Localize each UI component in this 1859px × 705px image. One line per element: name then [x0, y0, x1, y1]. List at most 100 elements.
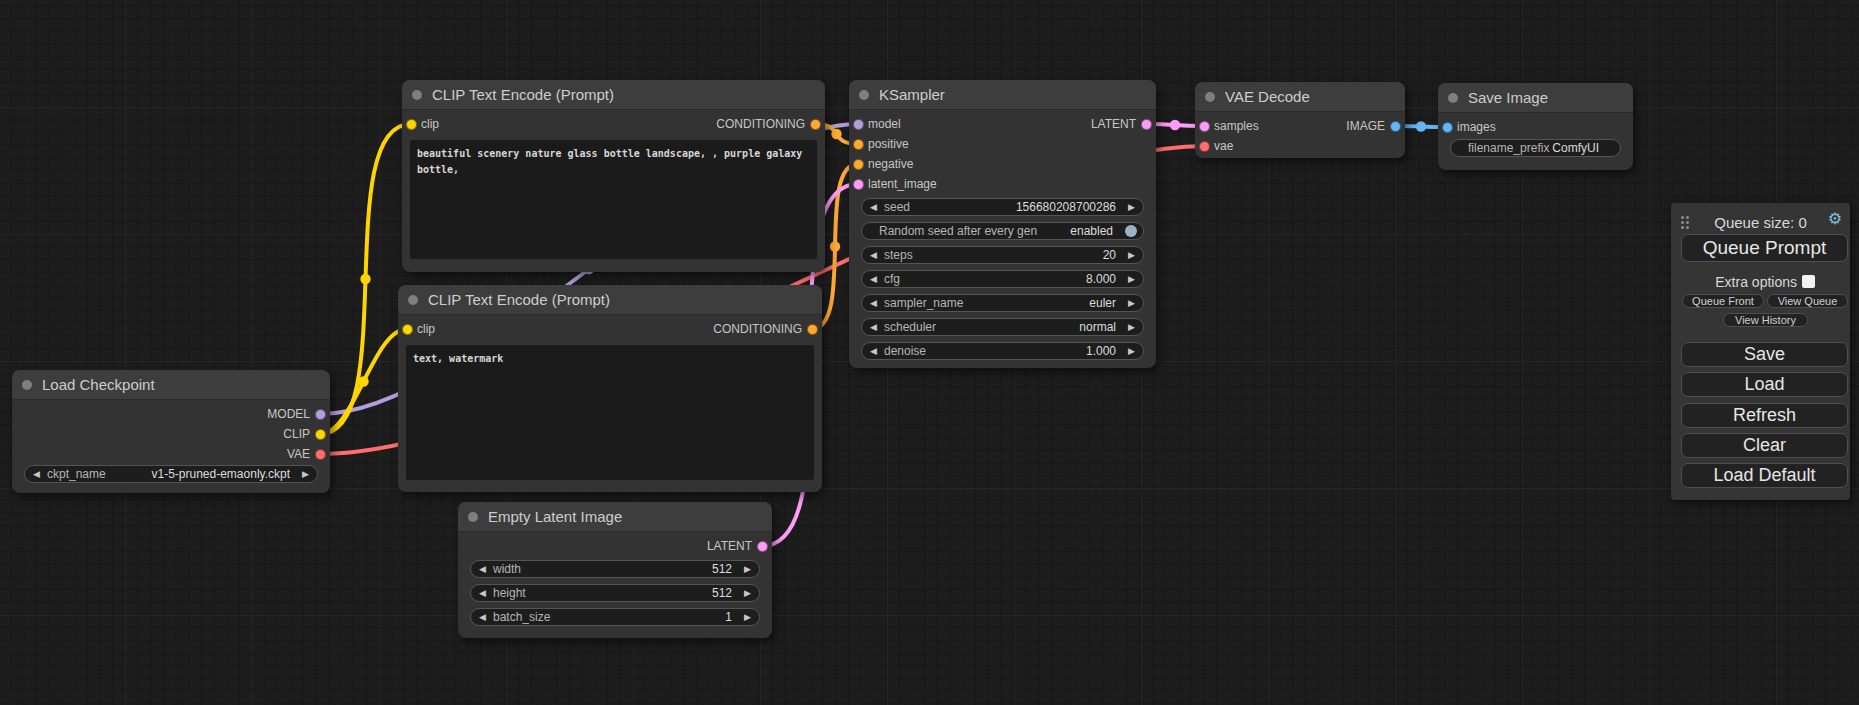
load-checkpoint-node[interactable]: Load CheckpointMODELCLIPVAE◀▶ckpt_namev1… [12, 370, 330, 493]
refresh-button[interactable]: Refresh [1681, 403, 1848, 428]
queue-prompt-button[interactable]: Queue Prompt [1681, 234, 1848, 262]
input-port-label: clip [417, 322, 435, 336]
input-port-images[interactable] [1442, 122, 1453, 133]
queue-size-label: Queue size: 0 [1671, 214, 1850, 231]
extra-options-label: Extra options [1671, 274, 1797, 290]
output-port-label: LATENT [707, 539, 752, 553]
output-port-CONDITIONING[interactable] [807, 324, 818, 335]
decrement-arrow-icon[interactable]: ◀ [870, 322, 877, 331]
widget-value: normal [1079, 320, 1116, 334]
node-title-bar[interactable]: CLIP Text Encode (Prompt) [398, 285, 822, 315]
increment-arrow-icon[interactable]: ▶ [1128, 274, 1135, 283]
increment-arrow-icon[interactable]: ▶ [1128, 298, 1135, 307]
collapse-dot-icon[interactable] [408, 295, 418, 305]
collapse-dot-icon[interactable] [1448, 93, 1458, 103]
ksampler-node[interactable]: KSamplermodelpositivenegativelatent_imag… [849, 80, 1156, 368]
output-port-LATENT[interactable] [1141, 119, 1152, 130]
output-port-CONDITIONING[interactable] [810, 119, 821, 130]
clip-text-encode-positive-node[interactable]: CLIP Text Encode (Prompt)clipCONDITIONIN… [402, 80, 825, 272]
decrement-arrow-icon[interactable]: ◀ [870, 274, 877, 283]
view-queue-button[interactable]: View Queue [1767, 294, 1848, 308]
save-button[interactable]: Save [1681, 342, 1848, 367]
widget-random-seed-after-every-gen[interactable]: Random seed after every genenabled [861, 222, 1144, 240]
comfyui-canvas[interactable]: { "colors": { "model": "#B39DDB", "clip"… [0, 0, 1859, 705]
collapse-dot-icon[interactable] [468, 512, 478, 522]
clear-button[interactable]: Clear [1681, 433, 1848, 458]
clip-text-encode-negative-node[interactable]: CLIP Text Encode (Prompt)clipCONDITIONIN… [398, 285, 822, 492]
widget-cfg[interactable]: ◀▶cfg8.000 [861, 270, 1144, 288]
widget-width[interactable]: ◀▶width512 [470, 560, 760, 578]
widget-label: height [493, 586, 526, 600]
node-title-bar[interactable]: KSampler [849, 80, 1156, 110]
output-port-MODEL[interactable] [315, 409, 326, 420]
node-title-bar[interactable]: Save Image [1438, 83, 1633, 113]
decrement-arrow-icon[interactable]: ◀ [479, 589, 486, 598]
settings-gear-icon[interactable]: ⚙ [1828, 209, 1842, 228]
collapse-dot-icon[interactable] [22, 380, 32, 390]
input-port-label: clip [421, 117, 439, 131]
widget-height[interactable]: ◀▶height512 [470, 584, 760, 602]
widget-seed[interactable]: ◀▶seed156680208700286 [861, 198, 1144, 216]
node-title: KSampler [879, 86, 945, 103]
output-port-CLIP[interactable] [315, 429, 326, 440]
increment-arrow-icon[interactable]: ▶ [744, 589, 751, 598]
widget-sampler_name[interactable]: ◀▶sampler_nameeuler [861, 294, 1144, 312]
empty-latent-image-node[interactable]: Empty Latent ImageLATENT◀▶width512◀▶heig… [458, 502, 772, 638]
widget-batch_size[interactable]: ◀▶batch_size1 [470, 608, 760, 626]
collapse-dot-icon[interactable] [1205, 92, 1215, 102]
increment-arrow-icon[interactable]: ▶ [744, 613, 751, 622]
widget-value: 156680208700286 [1016, 200, 1116, 214]
node-title-bar[interactable]: Empty Latent Image [458, 502, 772, 532]
input-port-label: model [868, 117, 901, 131]
increment-arrow-icon[interactable]: ▶ [1128, 322, 1135, 331]
load-button[interactable]: Load [1681, 372, 1848, 397]
decrement-arrow-icon[interactable]: ◀ [870, 250, 877, 259]
node-title: Empty Latent Image [488, 508, 622, 525]
decrement-arrow-icon[interactable]: ◀ [870, 346, 877, 355]
input-port-vae[interactable] [1199, 141, 1210, 152]
widget-value: enabled [1070, 224, 1113, 238]
vae-decode-node[interactable]: VAE DecodesamplesvaeIMAGE [1195, 82, 1405, 158]
queue-front-button[interactable]: Queue Front [1682, 294, 1764, 308]
input-port-model[interactable] [853, 119, 864, 130]
decrement-arrow-icon[interactable]: ◀ [870, 298, 877, 307]
output-port-IMAGE[interactable] [1390, 121, 1401, 132]
prompt-textarea[interactable]: text, watermark [406, 345, 814, 480]
node-title-bar[interactable]: Load Checkpoint [12, 370, 330, 400]
widget-label: denoise [884, 344, 926, 358]
input-port-positive[interactable] [853, 139, 864, 150]
input-port-clip[interactable] [406, 119, 417, 130]
prompt-textarea[interactable]: beautiful scenery nature glass bottle la… [410, 140, 817, 259]
widget-value: 20 [1103, 248, 1116, 262]
increment-arrow-icon[interactable]: ▶ [1128, 346, 1135, 355]
collapse-dot-icon[interactable] [859, 90, 869, 100]
output-port-VAE[interactable] [315, 449, 326, 460]
save-image-node[interactable]: Save Imageimagesfilename_prefixComfyUI [1438, 83, 1633, 170]
widget-denoise[interactable]: ◀▶denoise1.000 [861, 342, 1144, 360]
increment-arrow-icon[interactable]: ▶ [302, 470, 309, 479]
input-port-negative[interactable] [853, 159, 864, 170]
widget-scheduler[interactable]: ◀▶schedulernormal [861, 318, 1144, 336]
decrement-arrow-icon[interactable]: ◀ [479, 565, 486, 574]
decrement-arrow-icon[interactable]: ◀ [33, 470, 40, 479]
node-title-bar[interactable]: CLIP Text Encode (Prompt) [402, 80, 825, 110]
input-port-clip[interactable] [402, 324, 413, 335]
widget-filename_prefix[interactable]: filename_prefixComfyUI [1450, 139, 1621, 157]
increment-arrow-icon[interactable]: ▶ [744, 565, 751, 574]
decrement-arrow-icon[interactable]: ◀ [870, 202, 877, 211]
increment-arrow-icon[interactable]: ▶ [1128, 250, 1135, 259]
decrement-arrow-icon[interactable]: ◀ [479, 613, 486, 622]
node-title-bar[interactable]: VAE Decode [1195, 82, 1405, 112]
increment-arrow-icon[interactable]: ▶ [1128, 202, 1135, 211]
input-port-samples[interactable] [1199, 121, 1210, 132]
widget-steps[interactable]: ◀▶steps20 [861, 246, 1144, 264]
view-history-button[interactable]: View History [1723, 313, 1808, 327]
widget-ckpt_name[interactable]: ◀▶ckpt_namev1-5-pruned-emaonly.ckpt [24, 465, 318, 483]
collapse-dot-icon[interactable] [412, 90, 422, 100]
toggle-dot[interactable] [1125, 225, 1137, 237]
output-port-LATENT[interactable] [757, 541, 768, 552]
input-port-latent_image[interactable] [853, 179, 864, 190]
link-midpoint-dot [830, 241, 840, 251]
load-default-button[interactable]: Load Default [1681, 463, 1848, 488]
extra-options-checkbox[interactable] [1802, 275, 1815, 288]
